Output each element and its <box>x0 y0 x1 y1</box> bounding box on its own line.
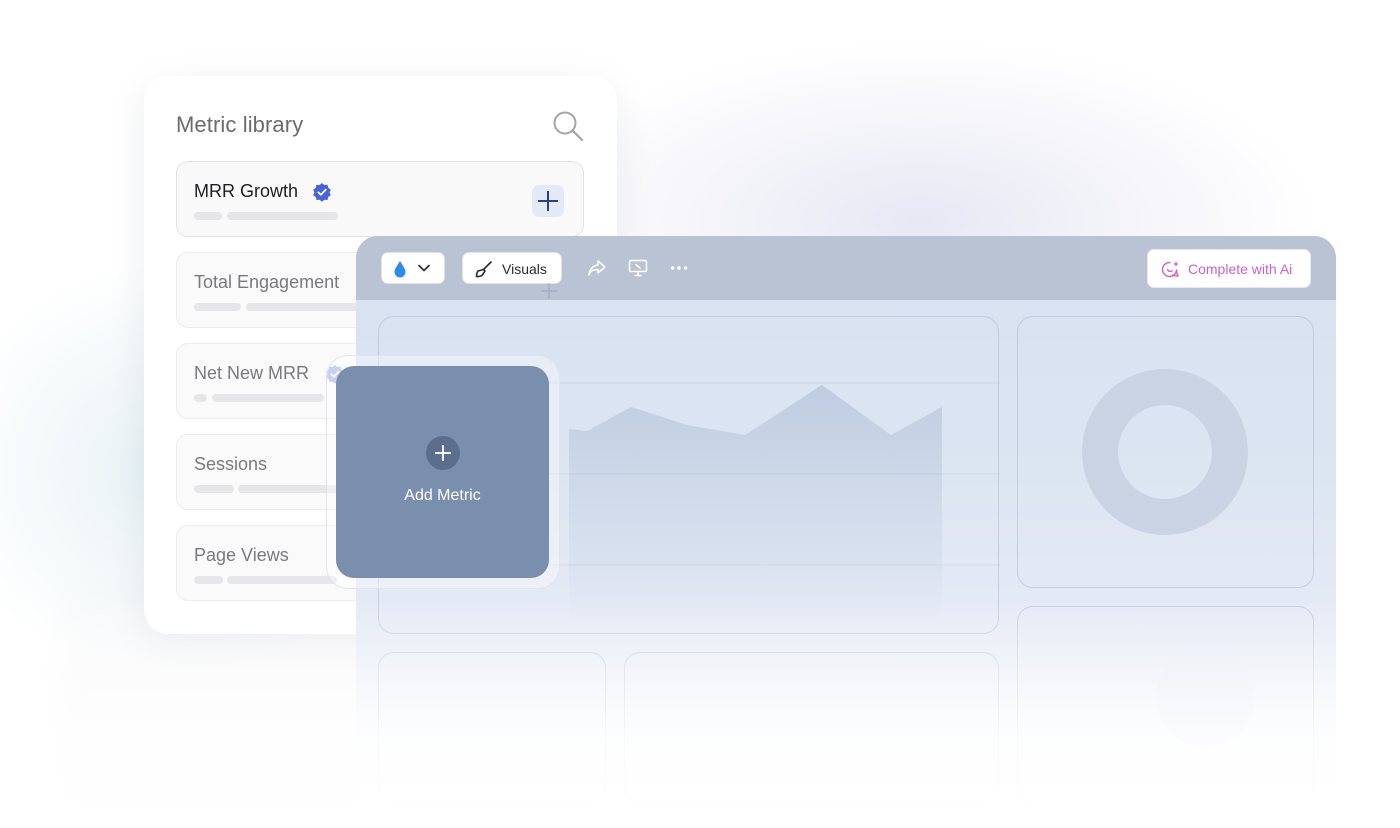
share-icon[interactable] <box>587 259 607 277</box>
placeholder-bar <box>212 394 324 402</box>
placeholder-bar <box>194 394 207 402</box>
chart-tile[interactable] <box>1017 606 1314 806</box>
placeholder-bar <box>227 576 337 584</box>
verified-badge-icon <box>313 183 331 202</box>
add-metric-button[interactable] <box>532 185 564 217</box>
metric-item-mrr-growth[interactable]: MRR Growth <box>176 161 584 237</box>
metric-name: Net New MRR <box>194 363 310 383</box>
placeholder-bar <box>246 303 366 311</box>
add-metric-plus-icon <box>426 436 460 470</box>
present-icon[interactable] <box>628 259 648 277</box>
droplet-icon <box>394 261 406 278</box>
chart-tile[interactable] <box>624 652 999 802</box>
drag-crosshair-icon <box>541 283 557 299</box>
library-title: Metric library <box>176 112 304 137</box>
ai-chat-sparkle-icon <box>1161 261 1179 278</box>
canvas: Metric library MRR Growth Total Engageme… <box>0 0 1400 828</box>
plus-icon <box>538 191 558 211</box>
donut-placeholder <box>1156 649 1254 747</box>
add-metric-label: Add Metric <box>404 487 481 504</box>
complete-with-ai-button[interactable]: Complete with Ai <box>1147 249 1311 288</box>
placeholder-bar <box>194 303 241 311</box>
visuals-button[interactable]: Visuals <box>462 252 562 284</box>
brush-icon <box>475 261 492 278</box>
placeholder-bar <box>194 576 223 584</box>
chevron-down-icon <box>418 264 430 272</box>
search-icon[interactable] <box>552 110 584 142</box>
chart-tile[interactable] <box>378 652 606 802</box>
more-icon[interactable] <box>670 265 688 271</box>
add-metric-card[interactable]: Add Metric <box>336 366 549 578</box>
placeholder-bar <box>194 485 234 493</box>
placeholder-bar <box>227 212 338 220</box>
ai-button-label: Complete with Ai <box>1188 261 1293 277</box>
metric-name: Sessions <box>194 454 268 474</box>
donut-chart-placeholder <box>1082 369 1248 535</box>
donut-chart-tile[interactable] <box>1017 316 1314 588</box>
metric-name: MRR Growth <box>194 181 299 201</box>
visuals-label: Visuals <box>502 261 547 277</box>
dashboard-toolbar: Visuals Complete with Ai <box>356 236 1336 300</box>
color-picker-button[interactable] <box>381 252 445 284</box>
metric-name: Page Views <box>194 545 289 565</box>
metric-name: Total Engagement <box>194 272 340 292</box>
placeholder-bar <box>194 212 222 220</box>
